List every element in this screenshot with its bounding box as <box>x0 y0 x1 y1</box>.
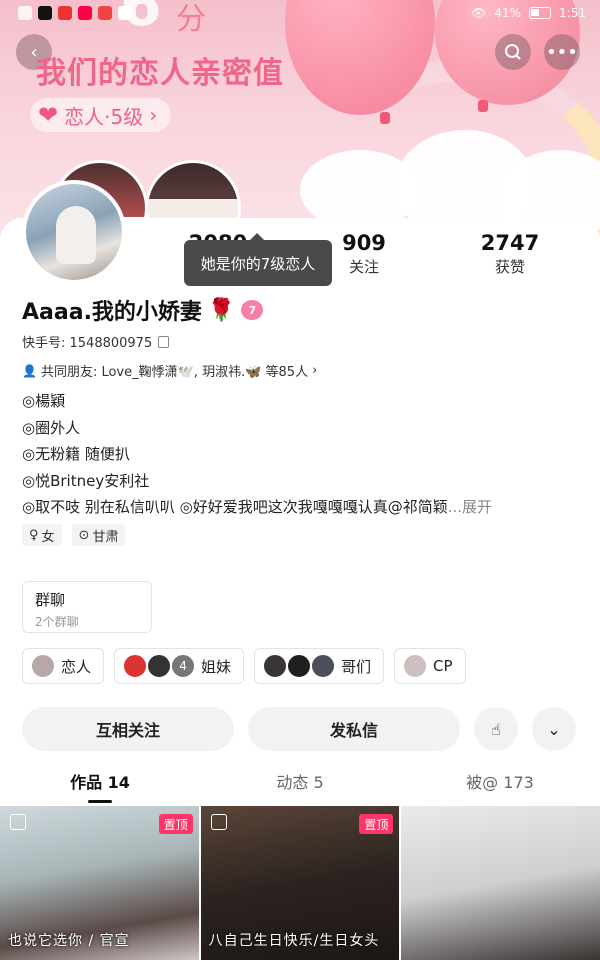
image-icon <box>210 814 227 830</box>
more-count: 4 <box>171 654 196 678</box>
couple-level: 恋人·5级 <box>64 104 144 129</box>
rose-icon: 🌹 <box>207 297 236 323</box>
weibo-icon <box>78 6 92 20</box>
tag-label: 甘肃 <box>92 529 119 545</box>
wifi-icon <box>18 6 32 20</box>
banner-title: 我们的恋人亲密值 <box>36 56 284 91</box>
pinned-badge: 置顶 <box>158 814 193 834</box>
chevron-right-icon: › <box>312 363 318 378</box>
profile-bio: ◎楊穎 ◎圈外人 ◎无粉籍 随便扒 ◎悦Britney安利社 ◎取不吱 别在私信… <box>22 388 492 521</box>
battery-icon <box>529 7 552 19</box>
tiktok-icon <box>38 6 52 20</box>
circle-lovers[interactable]: 恋人 <box>22 648 105 684</box>
poke-button[interactable]: ☝ <box>474 707 518 751</box>
expand-bio-link[interactable]: ...展开 <box>448 498 492 516</box>
battery-percent: 41% <box>494 6 522 20</box>
circle-label: 姐妹 <box>201 657 232 676</box>
send-message-button[interactable]: 发私信 <box>248 707 460 751</box>
tab-works[interactable]: 作品 14 <box>0 768 200 804</box>
heart-icon: ❤ <box>38 101 59 129</box>
profile-tags: ♀ 女 ⊙ 甘肃 <box>22 524 126 546</box>
mutual-friends: 共同朋友: Love_鞠悸潇🕊️, 玥淑祎.🦋 等85人 <box>40 365 309 380</box>
work-thumbnail[interactable]: 置顶 八自己生日快乐/生日女头 <box>200 806 400 960</box>
thumbnail-caption: 也说它选你 / 官宣 <box>8 933 130 949</box>
stat-label: 获赞 <box>494 258 525 276</box>
app-icon <box>118 6 132 20</box>
bio-line-last: ◎取不吱 别在私信叭叭 ◎好好爱我吧这次我嘎嘎嘎认真@祁简颖...展开 <box>22 494 492 521</box>
tag-label: 女 <box>41 529 55 545</box>
search-button[interactable] <box>495 34 531 70</box>
circle-label: 恋人 <box>61 657 92 676</box>
work-thumbnail[interactable] <box>401 806 600 960</box>
bio-line: ◎楊穎 <box>22 392 66 410</box>
group-chat-count: 2个群聊 <box>35 615 79 629</box>
friend-avatar <box>123 654 148 678</box>
friend-avatar <box>147 654 172 678</box>
location-pin-icon: ⊙ <box>78 527 90 543</box>
person-icon: 👤 <box>22 363 37 378</box>
search-icon <box>505 44 521 60</box>
intimacy-level-badge[interactable]: 7 <box>241 300 264 320</box>
location-tag: ⊙ 甘肃 <box>71 524 126 546</box>
bio-line: ◎悦Britney安利社 <box>22 471 150 490</box>
app-icon <box>98 6 112 20</box>
profile-actions: 互相关注 发私信 ☝ ⌄ <box>22 707 576 751</box>
mutual-follow-button[interactable]: 互相关注 <box>22 707 234 751</box>
image-icon <box>10 814 26 830</box>
work-thumbnail[interactable]: 置顶 也说它选你 / 官宣 <box>0 806 199 960</box>
circle-sisters[interactable]: 4 姐妹 <box>114 648 245 684</box>
thumbnail-caption: 八自己生日快乐/生日女头 <box>208 933 380 949</box>
circle-brothers[interactable]: 哥们 <box>254 648 385 684</box>
female-icon: ♀ <box>29 527 39 543</box>
circle-label: CP <box>433 657 453 675</box>
stat-value: 2747 <box>480 231 540 255</box>
bio-line: ◎圈外人 <box>22 418 81 437</box>
mutual-friends-row[interactable]: 👤 共同朋友: Love_鞠悸潇🕊️, 玥淑祎.🦋 等85人 › <box>22 361 317 380</box>
chevron-down-icon: ⌄ <box>547 719 561 739</box>
bio-line: ◎取不吱 别在私信叭叭 ◎好好爱我吧这次我嘎嘎嘎认真@祁简颖 <box>22 498 448 516</box>
stat-likes[interactable]: 2747 获赞 <box>465 231 555 277</box>
friend-avatar <box>263 654 288 678</box>
profile-name-row: Aaaa.我的小娇妻 🌹 7 <box>22 294 264 326</box>
more-button[interactable]: ••• <box>544 34 580 70</box>
balloon-knot <box>478 100 488 112</box>
profile-avatar[interactable] <box>22 180 126 284</box>
stat-following[interactable]: 909 关注 <box>319 231 409 277</box>
status-bar: 👁 41% 1:51 <box>0 0 600 30</box>
pinned-badge: 置顶 <box>359 814 394 834</box>
app-icon <box>58 6 72 20</box>
profile-name: Aaaa.我的小娇妻 <box>22 300 202 325</box>
friend-circles: 恋人 4 姐妹 哥们 CP <box>22 648 466 684</box>
friend-avatar <box>311 654 336 678</box>
group-chat-title: 群聊 <box>35 591 66 609</box>
tab-mentions[interactable]: 被@ 173 <box>400 768 600 804</box>
intimacy-tooltip: 她是你的7级恋人 <box>184 233 332 286</box>
bio-line: ◎无粉籍 随便扒 <box>22 445 130 463</box>
friend-avatar <box>31 654 55 678</box>
copy-icon[interactable] <box>158 335 170 348</box>
tab-moments[interactable]: 动态 5 <box>200 768 400 804</box>
more-icon: ••• <box>546 41 578 63</box>
expand-more-button[interactable]: ⌄ <box>532 707 576 751</box>
stat-value: 909 <box>342 231 386 255</box>
couple-level-pill[interactable]: ❤ 恋人·5级 › <box>30 98 172 132</box>
friend-avatar <box>403 654 428 678</box>
balloon-knot <box>380 112 390 124</box>
chevron-right-icon: › <box>149 103 158 127</box>
kuaishou-id: 快手号: 1548800975 <box>22 336 153 351</box>
content-tabs: 作品 14 动态 5 被@ 173 <box>0 768 600 804</box>
stat-label: 关注 <box>348 258 379 276</box>
circle-label: 哥们 <box>341 657 372 676</box>
circle-cp[interactable]: CP <box>394 648 466 684</box>
works-grid: 置顶 也说它选你 / 官宣 置顶 八自己生日快乐/生日女头 <box>0 806 600 960</box>
clock: 1:51 <box>559 6 586 20</box>
kuaishou-id-row[interactable]: 快手号: 1548800975 <box>22 332 170 351</box>
group-chat-card[interactable]: 群聊 2个群聊 <box>22 581 152 633</box>
eye-icon: 👁 <box>471 6 487 20</box>
friend-avatar <box>287 654 312 678</box>
hand-tap-icon: ☝ <box>491 719 501 739</box>
gender-tag: ♀ 女 <box>22 524 62 546</box>
